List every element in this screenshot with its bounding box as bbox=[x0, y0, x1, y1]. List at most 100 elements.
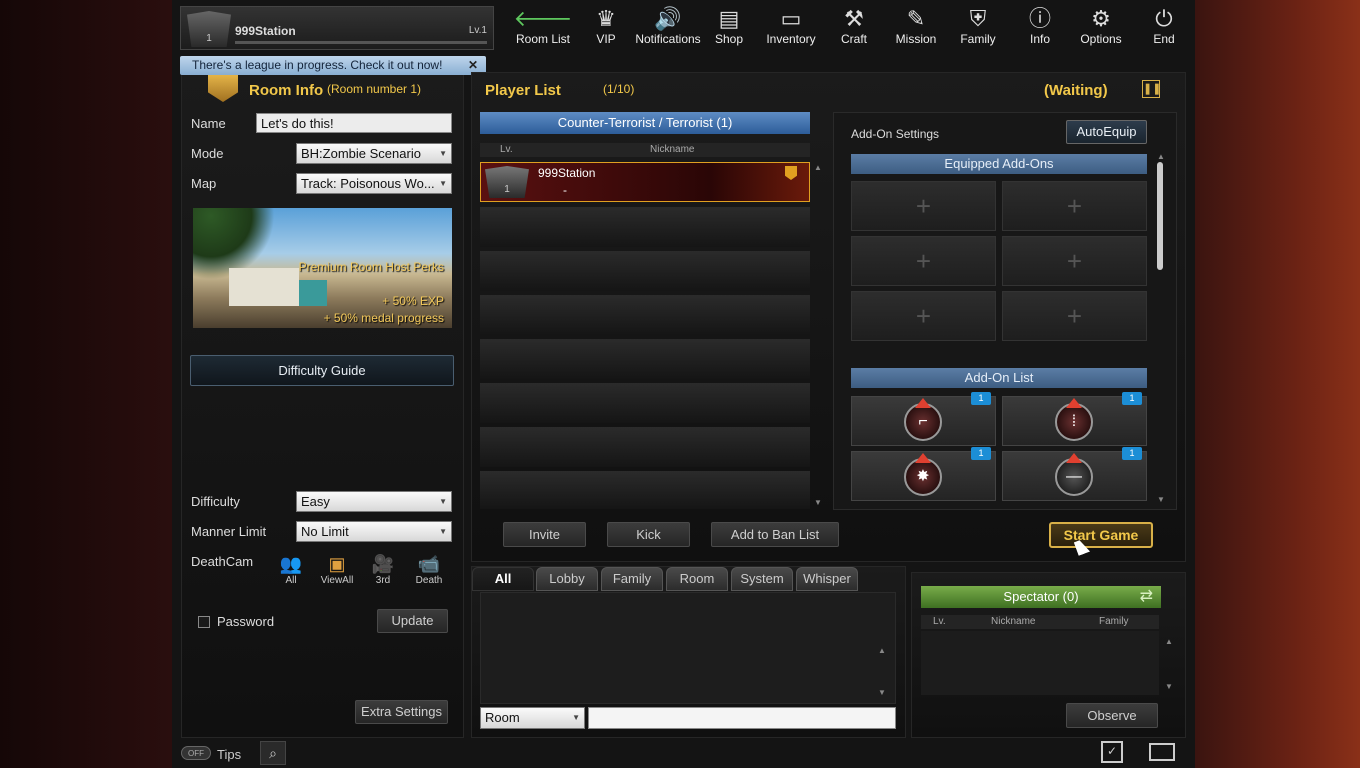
nav-mission[interactable]: ✎ Mission bbox=[890, 6, 942, 50]
background-left bbox=[0, 0, 172, 768]
spectator-title: Spectator (0) bbox=[1003, 589, 1079, 604]
nav-label: Mission bbox=[895, 32, 937, 46]
player-name: 999Station bbox=[235, 24, 296, 38]
count-badge: 1 bbox=[1122, 447, 1142, 460]
addon-item[interactable]: 1 ⌐ bbox=[851, 392, 996, 446]
difficulty-label: Difficulty bbox=[191, 494, 240, 509]
chat-input[interactable] bbox=[588, 707, 896, 729]
room-number: (Room number 1) bbox=[327, 82, 422, 96]
auto-equip-button[interactable]: AutoEquip bbox=[1066, 120, 1147, 144]
tips-toggle[interactable]: OFF bbox=[181, 746, 211, 760]
update-button[interactable]: Update bbox=[377, 609, 448, 633]
scroll-up-icon[interactable]: ▲ bbox=[1157, 152, 1165, 161]
nav-vip[interactable]: ♛ VIP bbox=[586, 6, 626, 50]
addon-slot[interactable]: + bbox=[1002, 181, 1147, 231]
pause-icon[interactable]: ❚❚ bbox=[1142, 80, 1161, 98]
invite-button[interactable]: Invite bbox=[503, 522, 586, 547]
deathcam-viewall-label: ViewAll bbox=[320, 575, 354, 586]
swap-icon[interactable]: ⇄ bbox=[1140, 586, 1153, 608]
deathcam-all[interactable]: 👥 All bbox=[273, 553, 309, 586]
addon-slot[interactable]: + bbox=[851, 181, 996, 231]
tab-lobby[interactable]: Lobby bbox=[536, 567, 598, 591]
calendar-check-icon[interactable]: ✓ bbox=[1101, 741, 1123, 763]
info-icon: ⓘ bbox=[1028, 6, 1051, 31]
nav-family[interactable]: ⛨ Family bbox=[956, 6, 1000, 50]
nav-end[interactable]: ⏻ End bbox=[1146, 6, 1182, 50]
nav-options[interactable]: ⚙ Options bbox=[1072, 6, 1130, 50]
tab-room[interactable]: Room bbox=[666, 567, 728, 591]
team-header[interactable]: Counter-Terrorist / Terrorist (1) bbox=[480, 112, 810, 134]
spectator-header[interactable]: Spectator (0) ⇄ bbox=[921, 586, 1161, 608]
password-checkbox[interactable] bbox=[198, 616, 210, 628]
building bbox=[229, 268, 299, 306]
empty-slot bbox=[480, 471, 810, 509]
deathcam-viewall[interactable]: ▣ ViewAll bbox=[319, 553, 355, 586]
player-family: - bbox=[563, 183, 567, 197]
deathcam-death[interactable]: 📹 Death bbox=[411, 553, 447, 586]
addon-slot[interactable]: + bbox=[851, 236, 996, 286]
rifle-icon: — bbox=[1055, 458, 1093, 496]
rank-emblem-icon: 1 bbox=[187, 11, 231, 47]
crown-icon: ♛ bbox=[596, 6, 616, 31]
tab-all[interactable]: All bbox=[472, 567, 534, 591]
nav-notifications[interactable]: 🔊 Notifications bbox=[634, 6, 702, 50]
addon-slot[interactable]: + bbox=[1002, 291, 1147, 341]
mode-label: Mode bbox=[191, 146, 224, 161]
add-to-ban-list-button[interactable]: Add to Ban List bbox=[711, 522, 839, 547]
scroll-up-icon[interactable]: ▲ bbox=[814, 163, 822, 172]
manner-limit-select[interactable]: No Limit bbox=[296, 521, 452, 542]
room-info-panel bbox=[181, 72, 464, 738]
scroll-up-icon[interactable]: ▲ bbox=[878, 646, 886, 655]
extra-settings-button[interactable]: Extra Settings bbox=[355, 700, 448, 724]
difficulty-select[interactable]: Easy bbox=[296, 491, 452, 512]
empty-slot bbox=[480, 339, 810, 379]
addon-slot[interactable]: + bbox=[1002, 236, 1147, 286]
addon-scrollbar[interactable] bbox=[1157, 162, 1163, 270]
scroll-down-icon[interactable]: ▼ bbox=[878, 688, 886, 697]
nav-craft[interactable]: ⚒ Craft bbox=[834, 6, 874, 50]
chat-channel-select[interactable]: Room bbox=[480, 707, 585, 729]
addon-slot[interactable]: + bbox=[851, 291, 996, 341]
league-notice-banner[interactable]: There's a league in progress. Check it o… bbox=[180, 56, 486, 75]
map-select[interactable]: Track: Poisonous Wo... bbox=[296, 173, 452, 194]
tab-whisper[interactable]: Whisper bbox=[796, 567, 858, 591]
scroll-down-icon[interactable]: ▼ bbox=[814, 498, 822, 507]
building-door bbox=[299, 280, 327, 306]
film-icon[interactable] bbox=[1149, 743, 1175, 761]
mode-select[interactable]: BH:Zombie Scenario bbox=[296, 143, 452, 164]
craft-icon: ⚒ bbox=[844, 6, 864, 31]
scroll-up-icon[interactable]: ▲ bbox=[1165, 637, 1173, 646]
addon-item[interactable]: 1 ✸ bbox=[851, 447, 996, 501]
tab-family[interactable]: Family bbox=[601, 567, 663, 591]
nav-label: End bbox=[1153, 32, 1175, 46]
count-badge: 1 bbox=[971, 447, 991, 460]
deathcam-3rd[interactable]: 🎥 3rd bbox=[365, 553, 401, 586]
start-game-button[interactable]: Start Game bbox=[1049, 522, 1153, 548]
addon-item[interactable]: 1— bbox=[1002, 447, 1147, 501]
rank-number: 1 bbox=[206, 33, 212, 44]
nav-shop[interactable]: ▤ Shop bbox=[708, 6, 750, 50]
col-nickname: Nickname bbox=[650, 144, 695, 155]
player-profile[interactable]: 1 999Station Lv.1 bbox=[180, 6, 494, 50]
room-name-input[interactable]: Let's do this! bbox=[256, 113, 452, 133]
observe-button[interactable]: Observe bbox=[1066, 703, 1158, 728]
kick-button[interactable]: Kick bbox=[607, 522, 690, 547]
scroll-down-icon[interactable]: ▼ bbox=[1157, 495, 1165, 504]
scroll-down-icon[interactable]: ▼ bbox=[1165, 682, 1173, 691]
nav-room-list[interactable]: 🡐 Room List bbox=[512, 6, 574, 50]
back-arrow-icon: 🡐 bbox=[513, 6, 573, 31]
password-label: Password bbox=[217, 614, 275, 629]
nav-label: Notifications bbox=[635, 32, 701, 46]
difficulty-guide-button[interactable]: Difficulty Guide bbox=[190, 355, 454, 386]
nav-label: Shop bbox=[714, 32, 744, 46]
player-row[interactable]: 1 999Station - bbox=[480, 162, 810, 202]
people-icon: 👥 bbox=[279, 554, 303, 574]
tab-system[interactable]: System bbox=[731, 567, 793, 591]
addon-item[interactable]: 1 ⁞ bbox=[1002, 392, 1147, 446]
nav-inventory[interactable]: ▭ Inventory bbox=[760, 6, 822, 50]
exp-bar bbox=[235, 41, 487, 44]
col-nickname: Nickname bbox=[991, 616, 1036, 627]
nav-info[interactable]: ⓘ Info bbox=[1022, 6, 1058, 50]
search-icon[interactable]: ⌕ bbox=[260, 741, 286, 765]
empty-slot bbox=[480, 251, 810, 291]
